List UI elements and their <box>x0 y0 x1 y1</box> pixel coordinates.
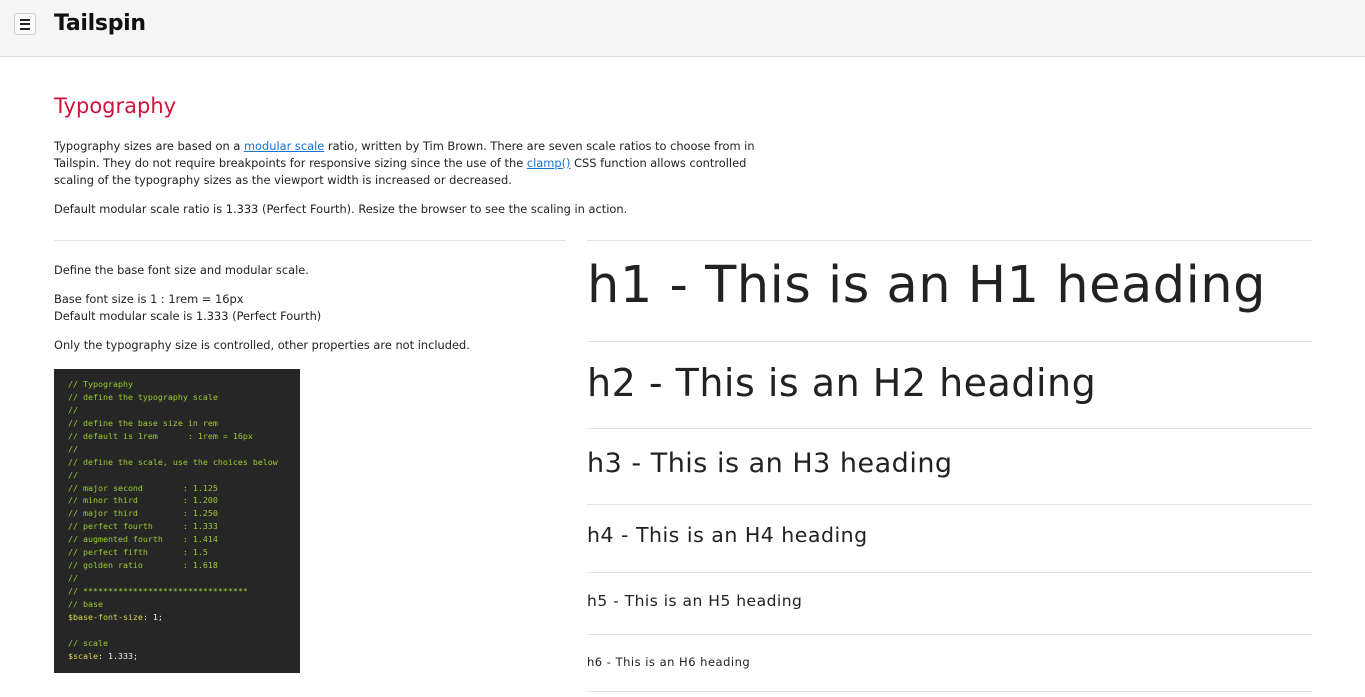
heading-divider <box>587 240 1312 241</box>
modular-scale-link[interactable]: modular scale <box>244 139 324 153</box>
code-line: // ********************************* <box>68 586 248 596</box>
heading-h4-sample: h4 - This is an H4 heading <box>587 523 868 547</box>
code-line: // perfect fourth : 1.333 <box>68 521 218 532</box>
code-variable: $scale <box>68 650 98 661</box>
code-value: : 1; <box>142 611 163 622</box>
code-block: // Typography // define the typography sc… <box>54 369 300 673</box>
clamp-link[interactable]: clamp() <box>527 156 571 170</box>
code-line: // scale <box>68 637 108 648</box>
intro-paragraph: Typography sizes are based on a modular … <box>54 139 755 187</box>
code-line: // major second : 1.125 <box>68 482 218 493</box>
heading-h1-sample: h1 - This is an H1 heading <box>587 256 1266 315</box>
heading-h6-sample: h6 - This is an H6 heading <box>587 655 751 669</box>
code-line: // Typography <box>68 379 133 389</box>
only-size-text: Only the typography size is controlled, … <box>54 338 470 352</box>
define-scale-text: Define the base font size and modular sc… <box>54 263 309 277</box>
code-line: // <box>68 404 78 415</box>
code-line: // major third : 1.250 <box>68 508 218 519</box>
code-line: // default is 1rem : 1rem = 16px <box>68 430 253 441</box>
heading-h5-sample: h5 - This is an H5 heading <box>587 592 803 610</box>
code-line: // golden ratio : 1.618 <box>68 560 218 571</box>
code-line: $scale: 1.333; <box>68 650 300 663</box>
code-variable: $base-font-size <box>68 611 143 622</box>
heading-divider <box>587 504 1312 505</box>
code-line: // define the base size in rem <box>68 417 218 428</box>
code-line: // define the scale, use the choices bel… <box>68 456 278 467</box>
code-line: // define the typography scale <box>68 391 218 402</box>
heading-divider <box>587 691 1312 692</box>
heading-divider <box>587 634 1312 635</box>
code-line: // <box>68 469 78 480</box>
code-line: // augmented fourth : 1.414 <box>68 534 218 545</box>
heading-divider <box>587 428 1312 429</box>
code-line: $base-font-size: 1; <box>68 611 300 624</box>
base-size-text: Base font size is 1 : 1rem = 16px Default… <box>54 292 322 323</box>
heading-h2-sample: h2 - This is an H2 heading <box>587 361 1097 405</box>
heading-h3-sample: h3 - This is an H3 heading <box>587 448 953 479</box>
brand-logo[interactable]: Tailspin <box>54 11 146 36</box>
code-line: // <box>68 573 78 584</box>
heading-divider <box>587 572 1312 573</box>
code-line: // base <box>68 598 103 609</box>
heading-divider <box>587 341 1312 342</box>
hamburger-menu-icon[interactable] <box>14 13 36 35</box>
code-line: // minor third : 1.200 <box>68 495 218 506</box>
code-line: // <box>68 443 78 454</box>
code-value: : 1.333; <box>97 650 138 661</box>
default-ratio-note: Default modular scale ratio is 1.333 (Pe… <box>54 202 628 216</box>
top-navigation-bar: Tailspin <box>0 0 1365 57</box>
page-title: Typography <box>54 94 177 118</box>
code-line: // perfect fifth : 1.5 <box>68 547 208 558</box>
left-divider <box>54 240 566 241</box>
